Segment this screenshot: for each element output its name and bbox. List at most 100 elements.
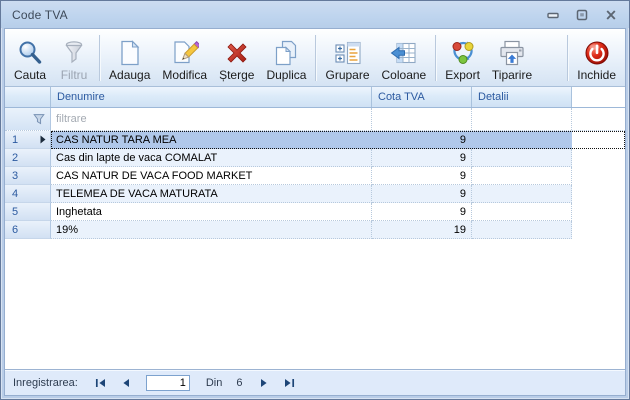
grouping-icon [334,41,361,65]
column-header-denumire[interactable]: Denumire [51,87,372,107]
export-button[interactable]: Export [439,31,486,85]
toolbar-separator [99,35,101,81]
minimize-button[interactable] [545,8,561,21]
grid-corner-header [5,87,51,107]
filter-row [5,108,625,131]
cell-denumire[interactable]: Inghetata [51,203,372,221]
close-button[interactable] [603,8,619,21]
delete-x-icon [227,43,247,63]
toolbar-separator [567,35,569,81]
modifica-label: Modifica [162,68,208,82]
row-number: 6 [12,223,19,236]
inchide-label: Inchide [577,68,616,82]
duplicate-pages-icon [276,40,297,66]
table-row[interactable]: 1 CAS NATUR TARA MEA 9 [5,131,625,149]
filter-icon [65,41,83,64]
table-row[interactable]: 2 Cas din lapte de vaca COMALAT 9 [5,149,625,167]
of-label: Din [205,376,223,389]
table-row[interactable]: 5 Inghetata 9 [5,203,625,221]
first-record-icon [96,378,106,387]
tiparire-button[interactable]: Tiparire [486,31,538,85]
cell-detalii[interactable] [472,221,572,239]
cell-denumire[interactable]: CAS NATUR TARA MEA [51,131,372,149]
data-grid: Denumire Cota TVA Detalii 1 [5,87,625,369]
row-header[interactable]: 3 [5,167,51,185]
cauta-button[interactable]: Cauta [8,31,52,85]
record-count: 6 [236,376,243,389]
table-row[interactable]: 3 CAS NATUR DE VACA FOOD MARKET 9 [5,167,625,185]
cell-detalii[interactable] [472,203,572,221]
add-page-icon [121,40,140,66]
title-bar: Code TVA [1,1,629,28]
filter-cell-denumire[interactable] [51,108,372,130]
filter-cell-detalii[interactable] [472,108,572,130]
coloane-button[interactable]: Coloane [376,31,433,85]
row-header[interactable]: 5 [5,203,51,221]
grid-header-row: Denumire Cota TVA Detalii [5,87,625,108]
cell-cota-tva[interactable]: 9 [372,131,472,149]
table-row[interactable]: 4 TELEMEA DE VACA MATURATA 9 [5,185,625,203]
maximize-button[interactable] [574,8,590,21]
grid-header-filler [572,87,625,107]
toolbar-separator [315,35,317,81]
row-number: 5 [12,205,19,218]
adauga-label: Adauga [109,68,151,82]
duplica-label: Duplica [266,68,307,82]
row-header[interactable]: 4 [5,185,51,203]
row-header[interactable]: 1 [5,131,51,149]
cell-detalii[interactable] [472,149,572,167]
last-record-button[interactable] [282,377,296,389]
export-cycle-icon [452,41,474,64]
first-record-button[interactable] [94,377,108,389]
status-bar: Inregistrarea: Din 6 [5,369,625,395]
tiparire-label: Tiparire [491,68,533,82]
column-header-cota-tva[interactable]: Cota TVA [372,87,472,107]
duplica-button[interactable]: Duplica [260,31,312,85]
cell-cota-tva[interactable]: 9 [372,149,472,167]
cell-denumire[interactable]: Cas din lapte de vaca COMALAT [51,149,372,167]
grupare-button[interactable]: Grupare [319,31,375,85]
cell-detalii[interactable] [472,185,572,203]
row-header[interactable]: 6 [5,221,51,239]
record-number-input[interactable] [145,374,190,391]
row-header[interactable]: 2 [5,149,51,167]
filter-cell-cota[interactable] [372,108,472,130]
cell-denumire[interactable]: TELEMEA DE VACA MATURATA [51,185,372,203]
next-record-button[interactable] [257,377,271,389]
cell-denumire[interactable]: 19% [51,221,372,239]
printer-icon [500,40,524,66]
previous-record-button[interactable] [119,377,133,389]
cell-cota-tva[interactable]: 9 [372,203,472,221]
filtru-label: Filtru [60,68,88,82]
app-window: Code TVA Cauta Filtru Adauga Modifica Șt… [0,0,630,400]
last-record-icon [284,378,295,387]
cell-cota-tva[interactable]: 9 [372,167,472,185]
toolbar-separator [435,35,437,81]
sterge-label: Șterge [219,68,255,82]
toolbar: Cauta Filtru Adauga Modifica Șterge Dupl… [5,29,625,87]
cell-detalii[interactable] [472,131,572,149]
row-number: 3 [12,169,19,182]
cell-denumire[interactable]: CAS NATUR DE VACA FOOD MARKET [51,167,372,185]
current-row-arrow-icon [40,135,46,144]
inchide-button[interactable]: Inchide [571,31,622,85]
column-header-detalii[interactable]: Detalii [472,87,572,107]
cell-detalii[interactable] [472,167,572,185]
grupare-label: Grupare [325,68,370,82]
cell-cota-tva[interactable]: 19 [372,221,472,239]
minimize-icon [547,12,559,18]
table-row[interactable]: 6 19% 19 [5,221,625,239]
filtru-button: Filtru [52,31,96,85]
adauga-button[interactable]: Adauga [103,31,156,85]
row-number: 1 [12,133,19,146]
filter-row-header [5,108,51,130]
filter-input[interactable] [51,108,371,130]
edit-page-icon [174,40,199,64]
window-title: Code TVA [12,7,68,22]
modifica-button[interactable]: Modifica [156,31,213,85]
row-number: 4 [12,187,19,200]
sterge-button[interactable]: Șterge [213,31,260,85]
cell-cota-tva[interactable]: 9 [372,185,472,203]
export-label: Export [445,68,480,82]
